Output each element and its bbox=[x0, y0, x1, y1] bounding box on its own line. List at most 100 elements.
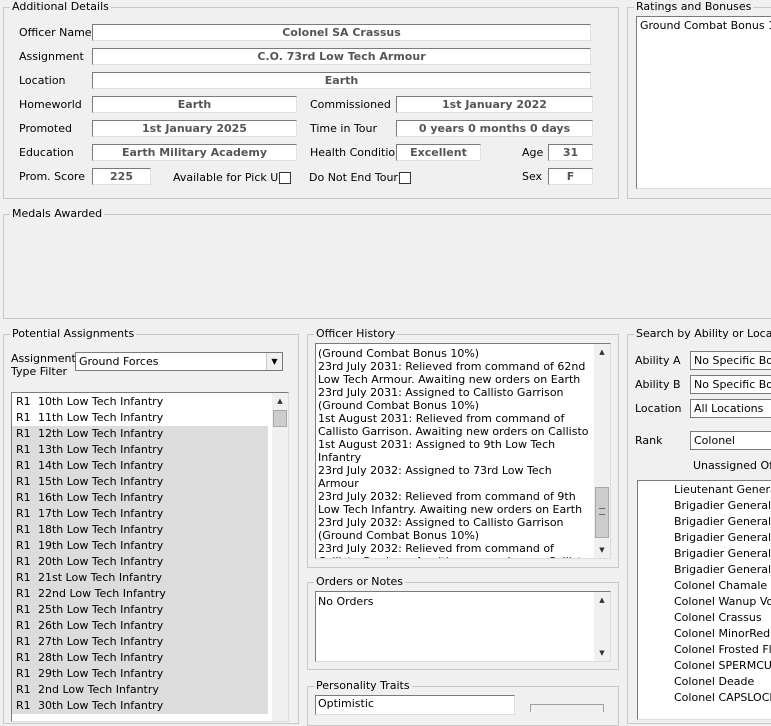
assignment-name: 12th Low Tech Infantry bbox=[38, 427, 164, 440]
officer-list-item[interactable]: Colonel Chamale bbox=[638, 578, 771, 594]
assignment-row[interactable]: R1 29th Low Tech Infantry bbox=[12, 666, 268, 682]
rank-label: Rank bbox=[635, 434, 663, 447]
assignment-row[interactable]: R1 21st Low Tech Infantry bbox=[12, 570, 268, 586]
officer-list-item[interactable]: Lieutenant General b bbox=[638, 482, 771, 498]
scroll-up-icon[interactable]: ▲ bbox=[594, 344, 610, 360]
assignment-row[interactable]: R1 12th Low Tech Infantry bbox=[12, 426, 268, 442]
personality-list[interactable]: Optimistic bbox=[315, 695, 515, 715]
assignments-scroll-thumb[interactable] bbox=[273, 410, 287, 427]
personality-item[interactable]: Optimistic bbox=[318, 697, 374, 711]
sex-field: F bbox=[548, 168, 593, 185]
assignments-list[interactable]: R1 10th Low Tech Infantry R1 11th Low Tech … bbox=[11, 392, 289, 722]
assignment-row[interactable]: R1 18th Low Tech Infantry bbox=[12, 522, 268, 538]
assignment-code: R1 bbox=[16, 475, 31, 488]
assignment-name: 15th Low Tech Infantry bbox=[38, 475, 164, 488]
assignment-name: 11th Low Tech Infantry bbox=[38, 411, 164, 424]
assignment-row[interactable]: R1 14th Low Tech Infantry bbox=[12, 458, 268, 474]
officer-list-item[interactable]: Brigadier General Bru bbox=[638, 514, 771, 530]
orders-title: Orders or Notes bbox=[314, 575, 406, 589]
assignment-code: R1 bbox=[16, 523, 31, 536]
scroll-up-icon[interactable]: ▲ bbox=[272, 393, 288, 409]
orders-scrollbar[interactable]: ▲ ▼ bbox=[594, 592, 610, 661]
assignment-row[interactable]: R1 17th Low Tech Infantry bbox=[12, 506, 268, 522]
education-label: Education bbox=[19, 146, 74, 159]
available-pickup-checkbox[interactable] bbox=[279, 172, 291, 184]
scroll-down-icon[interactable]: ▼ bbox=[594, 645, 610, 661]
assignment-row[interactable]: R1 26th Low Tech Infantry bbox=[12, 618, 268, 634]
officer-history-title: Officer History bbox=[314, 327, 398, 341]
ratings-list[interactable]: Ground Combat Bonus 10% bbox=[636, 16, 771, 189]
assignment-field: C.O. 73rd Low Tech Armour bbox=[92, 48, 591, 65]
assignment-row[interactable]: R1 28th Low Tech Infantry bbox=[12, 650, 268, 666]
location-dropdown[interactable]: All Locations bbox=[690, 399, 771, 418]
officer-list-item[interactable]: Brigadier General Lu bbox=[638, 530, 771, 546]
assignment-row[interactable]: R1 11th Low Tech Infantry bbox=[12, 410, 268, 426]
assignment-name: 16th Low Tech Infantry bbox=[38, 491, 164, 504]
officer-list-item[interactable]: Colonel Wanup Vodl bbox=[638, 594, 771, 610]
assignment-code: R1 bbox=[16, 587, 31, 600]
assignment-row[interactable]: R1 27th Low Tech Infantry bbox=[12, 634, 268, 650]
history-entry: 1st August 2031: Relieved from command o… bbox=[318, 412, 589, 438]
assignment-code: R1 bbox=[16, 667, 31, 680]
assignment-row[interactable]: R1 16th Low Tech Infantry bbox=[12, 490, 268, 506]
assignment-name: 17th Low Tech Infantry bbox=[38, 507, 164, 520]
assignment-code: R1 bbox=[16, 427, 31, 440]
history-entry: 23rd July 2031: Assigned to Callisto Gar… bbox=[318, 386, 564, 412]
age-field: 31 bbox=[548, 144, 593, 161]
ability-a-dropdown[interactable]: No Specific Bonus bbox=[690, 351, 771, 370]
grip-icon bbox=[599, 508, 605, 515]
rank-dropdown[interactable]: Colonel bbox=[690, 431, 771, 450]
assignment-code: R1 bbox=[16, 683, 31, 696]
location-dropdown-value: All Locations bbox=[694, 402, 764, 415]
assignments-scrollbar[interactable]: ▲ bbox=[272, 393, 288, 721]
history-scroll-thumb[interactable] bbox=[595, 487, 609, 538]
officer-list-item[interactable]: Brigadier General Lu bbox=[638, 562, 771, 578]
personality-title: Personality Traits bbox=[314, 679, 412, 693]
assignment-filter-dropdown[interactable]: Ground Forces ▼ bbox=[75, 352, 283, 371]
officer-history-text[interactable]: (Ground Combat Bonus 10%) 23rd July 2031:… bbox=[315, 343, 611, 559]
assignment-row[interactable]: R1 20th Low Tech Infantry bbox=[12, 554, 268, 570]
filter-label-line1: Assignment bbox=[11, 352, 76, 365]
assignment-row[interactable]: R1 13th Low Tech Infantry bbox=[12, 442, 268, 458]
assignment-row[interactable]: R1 10th Low Tech Infantry bbox=[12, 394, 268, 410]
assignment-row[interactable]: R1 2nd Low Tech Infantry bbox=[12, 682, 268, 698]
health-field: Excellent bbox=[396, 144, 481, 161]
assignment-row[interactable]: R1 15th Low Tech Infantry bbox=[12, 474, 268, 490]
scroll-up-icon[interactable]: ▲ bbox=[594, 592, 610, 608]
ability-b-dropdown[interactable]: No Specific Bonus bbox=[690, 375, 771, 394]
scroll-down-icon[interactable]: ▼ bbox=[594, 542, 610, 558]
assignment-code: R1 bbox=[16, 603, 31, 616]
officer-list-item[interactable]: Colonel MinorRed bbox=[638, 626, 771, 642]
assignments-rows: R1 10th Low Tech Infantry R1 11th Low Tech … bbox=[12, 394, 268, 714]
officer-list-item[interactable]: Colonel Crassus bbox=[638, 610, 771, 626]
ability-b-label: Ability B bbox=[635, 378, 681, 391]
do-not-end-tour-checkbox[interactable] bbox=[399, 172, 411, 184]
orders-textarea[interactable]: No Orders ▲ ▼ bbox=[315, 591, 611, 662]
assignment-name: 2nd Low Tech Infantry bbox=[38, 683, 159, 696]
assignment-name: 14th Low Tech Infantry bbox=[38, 459, 164, 472]
location-label: Location bbox=[19, 74, 66, 87]
assignment-row[interactable]: R1 25th Low Tech Infantry bbox=[12, 602, 268, 618]
officer-list-item[interactable]: Brigadier General Pa bbox=[638, 498, 771, 514]
officer-list-item[interactable]: Colonel SPERMCUB bbox=[638, 658, 771, 674]
officer-list-item[interactable]: Brigadier General Ha bbox=[638, 546, 771, 562]
chevron-down-icon[interactable]: ▼ bbox=[266, 353, 282, 370]
history-lines: (Ground Combat Bonus 10%) 23rd July 2031:… bbox=[318, 347, 590, 558]
assignment-name: 26th Low Tech Infantry bbox=[38, 619, 164, 632]
officer-list-item[interactable]: Colonel Deade bbox=[638, 674, 771, 690]
promoted-label: Promoted bbox=[19, 122, 72, 135]
assignment-row[interactable]: R1 22nd Low Tech Infantry bbox=[12, 586, 268, 602]
orders-text: No Orders bbox=[318, 595, 374, 608]
officer-list-item[interactable]: Colonel CAPSLOCK bbox=[638, 690, 771, 706]
ratings-item[interactable]: Ground Combat Bonus 10% bbox=[637, 17, 771, 35]
history-scrollbar[interactable]: ▲ ▼ bbox=[594, 344, 610, 558]
health-label: Health Condition bbox=[310, 146, 403, 159]
assignment-row[interactable]: R1 30th Low Tech Infantry bbox=[12, 698, 268, 714]
sex-label: Sex bbox=[522, 170, 543, 183]
available-pickup-label: Available for Pick Up bbox=[173, 171, 286, 184]
officer-list-item[interactable]: Colonel Frosted Flak bbox=[638, 642, 771, 658]
history-entry: 23rd July 2032: Relieved from command of… bbox=[318, 542, 589, 558]
unassigned-officers-list[interactable]: Lieutenant General bBrigadier General Pa… bbox=[637, 480, 771, 720]
search-title: Search by Ability or Location bbox=[634, 327, 771, 341]
assignment-row[interactable]: R1 19th Low Tech Infantry bbox=[12, 538, 268, 554]
